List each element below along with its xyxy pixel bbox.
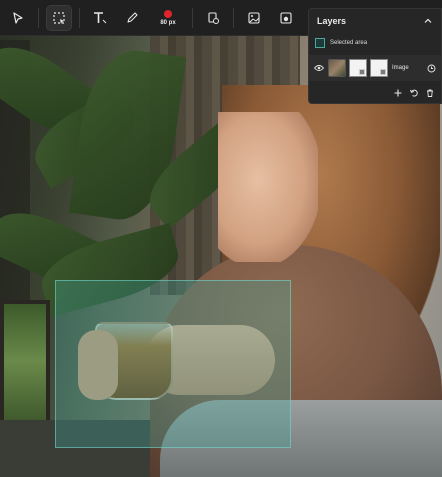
delete-layer-button[interactable] <box>425 88 435 98</box>
visibility-toggle[interactable] <box>314 64 324 72</box>
mask-badge <box>359 69 365 75</box>
marquee-select-icon <box>53 11 65 24</box>
chevron-up-icon <box>424 18 432 23</box>
layer-row-image[interactable]: Image <box>309 55 441 81</box>
layers-footer <box>309 85 441 101</box>
layer-mask-thumbnail[interactable] <box>349 59 367 77</box>
sticker-tool-button[interactable] <box>274 6 298 30</box>
selection-tool-button[interactable] <box>46 4 72 31</box>
layers-header: Layers <box>309 9 441 33</box>
clock-icon <box>427 64 436 72</box>
toolbar-divider <box>38 7 39 28</box>
collapse-panel-button[interactable] <box>423 16 433 26</box>
layer-thumbnail <box>328 59 346 77</box>
image-icon <box>248 11 260 24</box>
trash-icon <box>427 89 433 97</box>
toolbar-divider <box>192 7 193 28</box>
selection-swatch <box>315 38 325 48</box>
brush-size-label: 80 px <box>160 19 176 26</box>
cursor-icon <box>13 11 23 24</box>
toolbar-divider <box>233 7 234 28</box>
brush-color-swatch <box>164 9 172 18</box>
subject-face <box>218 112 318 262</box>
layers-panel: Layers Selected area Image <box>308 8 442 104</box>
select-tool-button[interactable] <box>6 6 30 30</box>
draw-tool-button[interactable] <box>120 6 144 30</box>
selection-area-overlay[interactable] <box>55 280 291 448</box>
erase-tool-button[interactable] <box>201 6 225 30</box>
layers-title: Layers <box>317 16 347 26</box>
pencil-icon <box>127 11 138 23</box>
layer-name: Image <box>392 65 409 71</box>
mask-badge <box>380 69 386 75</box>
layer-mask-thumbnail[interactable] <box>370 59 388 77</box>
brush-size-button[interactable]: 80 px <box>152 4 184 32</box>
selected-area-row[interactable]: Selected area <box>309 35 441 51</box>
add-layer-button[interactable] <box>393 88 403 98</box>
image-tool-button[interactable] <box>242 6 266 30</box>
text-icon <box>94 11 107 23</box>
eye-icon <box>314 65 324 71</box>
layer-options-button[interactable] <box>427 64 436 73</box>
merge-layer-button[interactable] <box>409 88 419 98</box>
plus-icon <box>394 89 402 97</box>
toolbar-divider <box>79 7 80 28</box>
selected-area-label: Selected area <box>330 40 368 46</box>
text-tool-button[interactable] <box>88 6 112 30</box>
undo-icon <box>410 89 418 97</box>
background-remove-icon <box>208 11 219 24</box>
sticker-icon <box>280 11 292 24</box>
